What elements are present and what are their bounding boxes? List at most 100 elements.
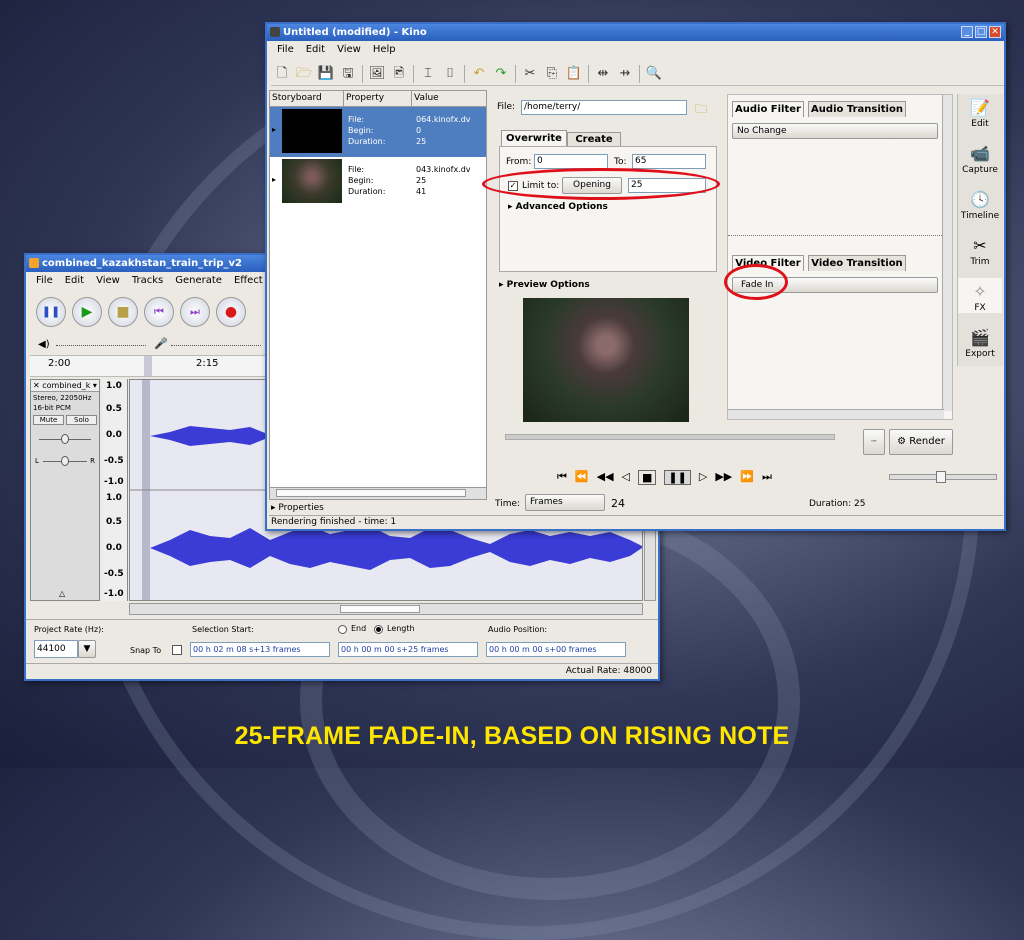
side-export[interactable]: 🎬 Export [958, 324, 1002, 359]
track-control-panel: ✕ combined_k ▾ Stereo, 22050Hz 16-bit PC… [30, 379, 100, 601]
length-radio[interactable] [374, 625, 383, 634]
clip-row-2[interactable]: ▸ File: Begin: Duration: 043.kinofx.dv 2… [270, 157, 486, 207]
tab-overwrite[interactable]: Overwrite [501, 130, 567, 146]
playback-volume-slider[interactable] [56, 345, 146, 346]
join-icon[interactable]: ⌷ [441, 65, 459, 83]
rewind-icon[interactable]: ◀◀ [597, 470, 614, 485]
copy-icon[interactable]: ⎘ [543, 65, 561, 83]
end-radio[interactable] [338, 625, 347, 634]
storyboard-hscroll[interactable] [270, 487, 486, 499]
forward-icon[interactable]: ▶▶ [715, 470, 732, 485]
properties-icon[interactable]: 🖻 [390, 65, 408, 83]
project-rate-dropdown[interactable]: ▼ [78, 640, 96, 658]
col-storyboard[interactable]: Storyboard [270, 91, 344, 106]
folder-icon[interactable]: 🗀 [695, 100, 707, 121]
length-field[interactable]: 00 h 00 m 00 s+25 frames [338, 642, 478, 657]
file-path-field[interactable]: /home/terry/ [521, 100, 687, 115]
menu-file[interactable]: File [271, 44, 300, 55]
zoom-icon[interactable]: 🔍 [645, 65, 663, 83]
next-scene-icon[interactable]: ⏩ [740, 470, 754, 485]
side-edit[interactable]: 📝 Edit [958, 94, 1002, 129]
stop-button[interactable]: ■ [108, 297, 138, 327]
move-right-icon[interactable]: ⇸ [616, 65, 634, 83]
tab-audio-transition[interactable]: Audio Transition [808, 101, 906, 117]
horizontal-scrollbar[interactable] [129, 603, 643, 615]
solo-button[interactable]: Solo [66, 415, 97, 425]
move-left-icon[interactable]: ⇹ [594, 65, 612, 83]
render-options-button[interactable]: ┈ [863, 429, 885, 455]
properties-expander[interactable]: ▸ Properties [271, 503, 324, 513]
close-button[interactable]: ✕ [989, 26, 1001, 38]
kino-titlebar[interactable]: Untitled (modified) - Kino _ □ ✕ [267, 24, 1004, 41]
save-icon[interactable]: 💾 [317, 65, 335, 83]
filter-vscroll[interactable] [942, 95, 952, 411]
stop-icon[interactable]: ■ [638, 470, 657, 485]
track-name[interactable]: combined_k [42, 381, 90, 390]
prev-scene-icon[interactable]: ⏪ [575, 470, 589, 485]
from-field[interactable]: 0 [534, 154, 608, 169]
paste-icon[interactable]: 📋 [565, 65, 583, 83]
export-icon[interactable]: 🖼 [368, 65, 386, 83]
skip-start-button[interactable]: ⏮ [144, 297, 174, 327]
collapse-icon[interactable]: △ [59, 589, 65, 598]
clip-row-1[interactable]: ▸ File: Begin: Duration: 064.kinofx.dv 0… [270, 107, 486, 157]
menu-view[interactable]: View [90, 275, 126, 286]
play-button[interactable]: ▶ [72, 297, 102, 327]
side-trim[interactable]: ✂ Trim [958, 232, 1002, 267]
expander-icon[interactable]: ▸ [272, 175, 276, 184]
project-rate-field[interactable]: 44100 [34, 640, 78, 658]
menu-edit[interactable]: Edit [300, 44, 331, 55]
tab-audio-filter[interactable]: Audio Filter [732, 101, 804, 117]
pause-button[interactable]: ❚❚ [36, 297, 66, 327]
prev-frame-icon[interactable]: ◁ [622, 470, 630, 485]
pan-slider[interactable]: LR [35, 451, 95, 473]
side-fx[interactable]: ✧ FX [958, 278, 1002, 313]
tab-video-transition[interactable]: Video Transition [808, 255, 906, 271]
expander-icon[interactable]: ▸ [272, 125, 276, 134]
minimize-button[interactable]: _ [961, 26, 973, 38]
menu-help[interactable]: Help [367, 44, 402, 55]
col-property[interactable]: Property [344, 91, 412, 106]
redo-icon[interactable]: ↷ [492, 65, 510, 83]
to-field[interactable]: 65 [632, 154, 706, 169]
gain-slider[interactable] [35, 429, 95, 451]
first-frame-icon[interactable]: ⏮ [557, 470, 567, 485]
new-icon[interactable]: 🗋 [273, 65, 291, 83]
position-slider[interactable] [889, 471, 997, 483]
menu-generate[interactable]: Generate [169, 275, 228, 286]
open-icon[interactable]: 🗁 [295, 65, 313, 83]
side-label: Capture [962, 165, 998, 175]
advanced-options-expander[interactable]: ▸ Advanced Options [508, 202, 608, 212]
tab-create[interactable]: Create [567, 132, 621, 146]
pause-icon[interactable]: ❚❚ [664, 470, 691, 485]
menu-effect[interactable]: Effect [228, 275, 269, 286]
cut-icon[interactable]: ✂ [521, 65, 539, 83]
snap-to-checkbox[interactable] [172, 645, 182, 655]
save-as-icon[interactable]: 🖫 [339, 65, 357, 83]
menu-file[interactable]: File [30, 275, 59, 286]
time-unit-select[interactable]: Frames [525, 494, 605, 511]
side-capture[interactable]: 📹 Capture [958, 140, 1002, 175]
render-button[interactable]: ⚙ Render [889, 429, 953, 455]
side-timeline[interactable]: 🕓 Timeline [958, 186, 1002, 221]
pane-divider[interactable] [728, 235, 942, 239]
next-frame-icon[interactable]: ▷ [699, 470, 707, 485]
menu-tracks[interactable]: Tracks [126, 275, 169, 286]
selection-start-field[interactable]: 00 h 02 m 08 s+13 frames [190, 642, 330, 657]
col-value[interactable]: Value [412, 91, 486, 106]
skip-end-button[interactable]: ⏭ [180, 297, 210, 327]
split-icon[interactable]: ⌶ [419, 65, 437, 83]
last-frame-icon[interactable]: ⏭ [762, 470, 772, 485]
preview-options-expander[interactable]: ▸ Preview Options [499, 280, 590, 290]
audio-position-field[interactable]: 00 h 00 m 00 s+00 frames [486, 642, 626, 657]
audio-filter-select[interactable]: No Change [732, 123, 938, 139]
record-volume-slider[interactable] [171, 345, 261, 346]
record-button[interactable]: ● [216, 297, 246, 327]
undo-icon[interactable]: ↶ [470, 65, 488, 83]
maximize-button[interactable]: □ [975, 26, 987, 38]
filter-hscroll[interactable] [728, 409, 944, 419]
menu-edit[interactable]: Edit [59, 275, 90, 286]
menu-view[interactable]: View [331, 44, 367, 55]
mute-button[interactable]: Mute [33, 415, 64, 425]
track-close-icon[interactable]: ✕ [33, 381, 40, 390]
